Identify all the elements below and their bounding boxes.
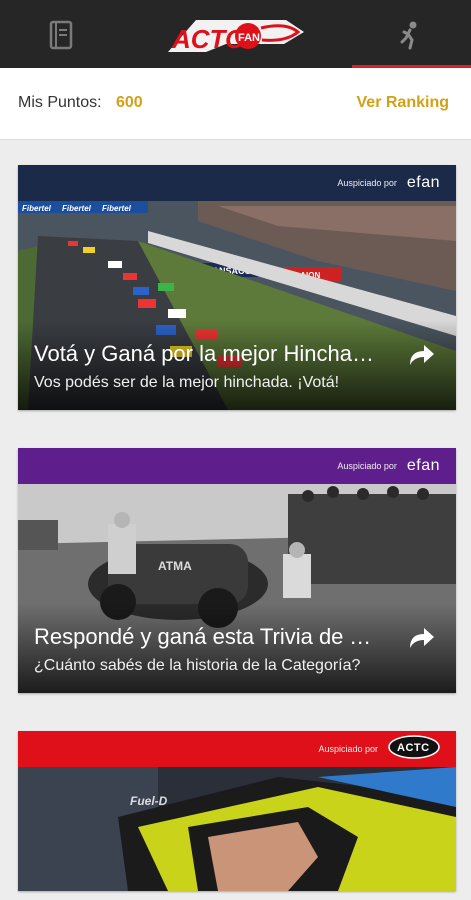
sponsored-card[interactable]: Auspiciado por ACTC Fuel-D: [18, 731, 456, 891]
sponsor-logo: ACTC: [397, 742, 430, 754]
actofan-logo[interactable]: ACTO FAN: [166, 14, 306, 58]
card-subtitle: ¿Cuánto sabés de la historia de la Categ…: [34, 657, 361, 674]
track-banner: Fibertel: [22, 204, 52, 213]
card-title: Votá y Ganá por la mejor Hinchada: [34, 341, 374, 366]
card-subtitle: Vos podés ser de la mejor hinchada. ¡Vot…: [34, 374, 340, 391]
driver-helmet-photo: Fuel-D: [18, 767, 456, 891]
svg-text:Fuel-D: Fuel-D: [130, 794, 168, 808]
top-app-bar: ACTO FAN: [0, 0, 471, 68]
points-label: Mis Puntos:: [18, 94, 102, 111]
poll-card[interactable]: Auspiciado por efan Fibertel Fibertel Fi…: [18, 165, 456, 410]
share-icon[interactable]: [406, 624, 436, 650]
card-title: Respondé y ganá esta Trivia de TC: [34, 624, 374, 649]
sponsor-banner: Auspiciado por efan: [18, 165, 456, 201]
sponsor-logo: efan: [406, 457, 440, 474]
svg-text:ACTO: ACTO: [171, 24, 245, 54]
ranking-link[interactable]: Ver Ranking: [357, 94, 449, 112]
actc-logo: ACTC: [388, 734, 440, 764]
points-value: 600: [116, 94, 143, 111]
book-icon[interactable]: [44, 18, 78, 52]
track-banner: Fibertel: [62, 204, 92, 213]
person-icon[interactable]: [392, 18, 426, 52]
sponsor-label: Auspiciado por: [337, 178, 397, 188]
car-label: ATMA: [158, 559, 192, 573]
trivia-card[interactable]: Auspiciado por efan ATMA Respondé y ganá…: [18, 448, 456, 693]
sponsor-label: Auspiciado por: [318, 744, 378, 754]
sponsor-label: Auspiciado por: [337, 461, 397, 471]
sponsor-logo: efan: [406, 174, 440, 191]
svg-text:FAN: FAN: [238, 32, 260, 44]
sponsor-banner: Auspiciado por efan: [18, 448, 456, 484]
points-bar: Mis Puntos: 600 Ver Ranking: [0, 68, 471, 140]
track-banner: Fibertel: [102, 204, 132, 213]
sponsor-banner: Auspiciado por ACTC: [18, 731, 456, 767]
share-icon[interactable]: [406, 341, 436, 367]
